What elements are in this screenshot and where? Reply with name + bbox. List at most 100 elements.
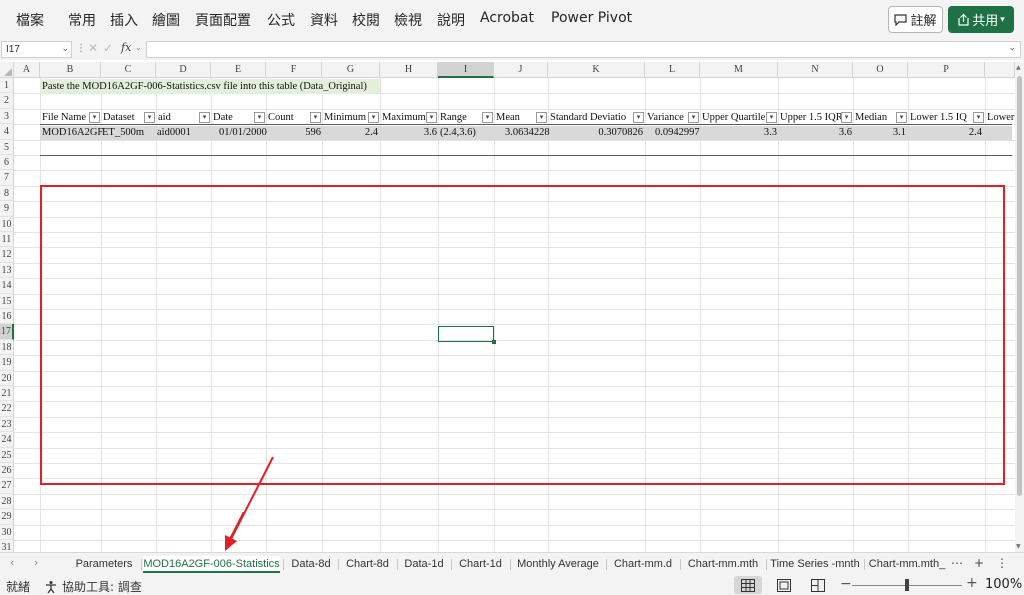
row-header-30[interactable]: 30 [0, 524, 14, 540]
row-header-26[interactable]: 26 [0, 463, 14, 479]
cell-minimum[interactable]: 2.4 [322, 125, 378, 140]
row-header-2[interactable]: 2 [0, 93, 14, 109]
row-header-9[interactable]: 9 [0, 201, 14, 217]
row-header-12[interactable]: 12 [0, 247, 14, 263]
filter-dropdown-icon[interactable]: ▾ [144, 112, 155, 123]
cell-range[interactable]: (2.4,3.6) [440, 125, 476, 140]
table-header-cell[interactable]: Standard Deviatio [548, 110, 633, 125]
row-header-28[interactable]: 28 [0, 493, 14, 510]
filter-dropdown-icon[interactable]: ▾ [766, 112, 777, 123]
table-header-cell[interactable]: Dataset [101, 110, 144, 125]
row-header-31[interactable]: 31 [0, 540, 14, 552]
tab-review[interactable]: 校閱 [352, 10, 380, 30]
table-header-cell[interactable]: Upper Quartile [700, 110, 766, 125]
scroll-up-icon[interactable]: ▲ [1016, 64, 1021, 71]
column-header-g[interactable]: G [322, 62, 380, 78]
tab-home[interactable]: 常用 [68, 10, 96, 30]
column-header-k[interactable]: K [548, 62, 645, 78]
page-layout-view-button[interactable] [770, 576, 798, 594]
add-sheet-icon[interactable]: + [974, 556, 984, 570]
more-tabs-icon[interactable]: ⋯ [951, 556, 963, 570]
row-header-6[interactable]: 6 [0, 155, 14, 171]
table-header-cell[interactable]: Maximum [380, 110, 426, 125]
table-header-cell[interactable]: Median [853, 110, 896, 125]
zoom-level[interactable]: 100% [985, 577, 1022, 592]
formula-input[interactable]: ⌄ [146, 41, 1021, 58]
sheet-tab-parameters[interactable]: Parameters [70, 556, 138, 573]
zoom-slider-handle[interactable] [905, 579, 909, 591]
tab-scroll-left-icon[interactable]: ‹ [10, 556, 14, 569]
row-header-23[interactable]: 23 [0, 416, 14, 433]
cell-variance[interactable]: 0.0942997 [655, 125, 700, 140]
row-header-22[interactable]: 22 [0, 401, 14, 417]
filter-dropdown-icon[interactable]: ▾ [688, 112, 699, 123]
filter-dropdown-icon[interactable]: ▾ [310, 112, 321, 123]
row-header-16[interactable]: 16 [0, 309, 14, 325]
cell-maximum[interactable]: 3.6 [380, 125, 437, 140]
filter-dropdown-icon[interactable]: ▾ [536, 112, 547, 123]
row-header-19[interactable]: 19 [0, 355, 14, 371]
row-header-5[interactable]: 5 [0, 139, 14, 155]
row-header-15[interactable]: 15 [0, 293, 14, 309]
tab-help[interactable]: 說明 [437, 10, 465, 30]
row-header-14[interactable]: 14 [0, 278, 14, 294]
sheet-tab-chart-mm-mth[interactable]: Chart-mm.mth [682, 556, 764, 573]
column-header-p[interactable]: P [908, 62, 985, 78]
table-header-cell[interactable]: Range [438, 110, 482, 125]
row-header-13[interactable]: 13 [0, 262, 14, 279]
column-header-m[interactable]: M [700, 62, 778, 78]
table-header-cell[interactable]: Upper 1.5 IQR [778, 110, 841, 125]
column-header-j[interactable]: J [494, 62, 548, 78]
share-button[interactable]: 共用 ▾ [948, 6, 1014, 33]
more-options-icon[interactable]: ⋮ [996, 556, 1008, 570]
filter-dropdown-icon[interactable]: ▾ [89, 112, 100, 123]
column-header-partial[interactable] [985, 62, 1015, 78]
cell-date[interactable]: 01/01/2000 [219, 125, 267, 140]
table-header-cell[interactable]: Mean [494, 110, 536, 125]
sheet-tab-chart-1d[interactable]: Chart-1d [453, 556, 508, 573]
cell-file-name[interactable]: MOD16A2GF [42, 125, 103, 140]
zoom-out-icon[interactable]: − [840, 576, 852, 592]
row-header-17[interactable]: 17 [0, 324, 14, 340]
column-header-c[interactable]: C [101, 62, 156, 78]
sheet-tab-statistics[interactable]: MOD16A2GF-006-Statistics [143, 556, 280, 573]
column-header-e[interactable]: E [211, 62, 266, 78]
comment-button[interactable]: 註解 [888, 6, 943, 33]
table-header-cell[interactable]: Lower [985, 110, 1015, 125]
column-header-d[interactable]: D [156, 62, 211, 78]
cell-count[interactable]: 596 [266, 125, 321, 140]
row-header-18[interactable]: 18 [0, 339, 14, 356]
row-header-11[interactable]: 11 [0, 232, 14, 248]
filter-dropdown-icon[interactable]: ▾ [254, 112, 265, 123]
row-header-21[interactable]: 21 [0, 386, 14, 402]
tab-power-pivot[interactable]: Power Pivot [551, 10, 632, 26]
table-header-cell[interactable]: Date [211, 110, 254, 125]
tab-data[interactable]: 資料 [310, 10, 338, 30]
row-header-8[interactable]: 8 [0, 185, 14, 202]
worksheet-grid[interactable]: ABCDEFGHIJKLMNOP 1 2 3 4 5 6 7 8 9 10 11 12 13 14 15 16… [0, 62, 1015, 552]
normal-view-button[interactable] [734, 576, 762, 594]
more-options-icon[interactable]: ⋮ [76, 43, 86, 54]
filter-dropdown-icon[interactable]: ▾ [482, 112, 493, 123]
filter-dropdown-icon[interactable]: ▾ [973, 112, 984, 123]
row-header-7[interactable]: 7 [0, 170, 14, 186]
scroll-down-icon[interactable]: ▼ [1016, 543, 1021, 550]
page-break-view-button[interactable] [804, 576, 832, 594]
column-header-a[interactable]: A [14, 62, 40, 78]
enter-icon[interactable]: ✓ [103, 41, 113, 55]
cell-median[interactable]: 3.1 [853, 125, 906, 140]
row-header-1[interactable]: 1 [0, 78, 14, 94]
zoom-in-icon[interactable]: + [966, 575, 978, 591]
table-header-cell[interactable]: Minimum [322, 110, 368, 125]
row-header-29[interactable]: 29 [0, 509, 14, 525]
expand-formula-icon[interactable]: ⌄ [1008, 43, 1016, 53]
row-header-20[interactable]: 20 [0, 370, 14, 386]
column-header-h[interactable]: H [380, 62, 438, 78]
tab-formulas[interactable]: 公式 [267, 10, 295, 30]
cell-lower-iqr[interactable]: 2.4 [908, 125, 982, 140]
chevron-down-icon[interactable]: ⌄ [61, 43, 69, 54]
column-header-o[interactable]: O [853, 62, 908, 78]
sheet-tab-monthly-average[interactable]: Monthly Average [512, 556, 604, 573]
filter-dropdown-icon[interactable]: ▾ [426, 112, 437, 123]
row-header-27[interactable]: 27 [0, 478, 14, 494]
